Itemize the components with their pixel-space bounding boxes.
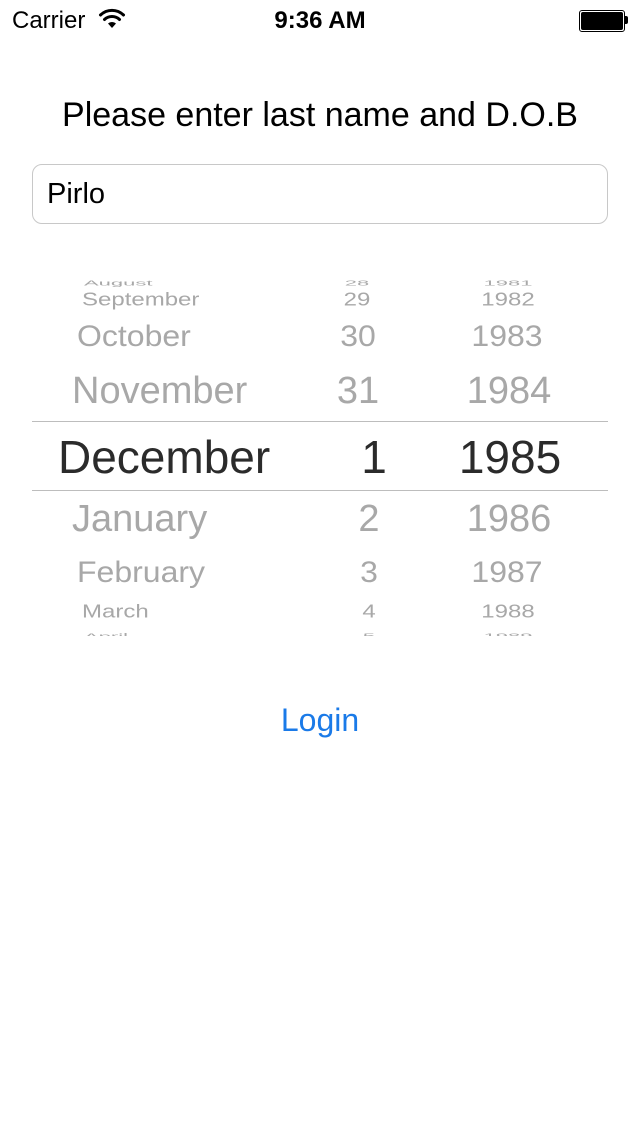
picker-selection-bottom-line: [32, 490, 608, 491]
picker-year-item[interactable]: 1986: [439, 500, 579, 538]
picker-month-item[interactable]: October: [77, 321, 191, 350]
picker-day-item[interactable]: 3: [329, 557, 409, 586]
login-button[interactable]: Login: [240, 696, 400, 744]
picker-month-item[interactable]: December: [58, 434, 270, 480]
status-bar: Carrier 9:36 AM: [0, 0, 640, 40]
picker-day-item[interactable]: 30: [318, 321, 398, 350]
status-time: 9:36 AM: [274, 7, 366, 34]
picker-month-item[interactable]: January: [72, 500, 207, 538]
picker-day-item[interactable]: 2: [329, 500, 409, 538]
picker-day-item[interactable]: 1: [334, 434, 414, 480]
picker-year-item[interactable]: 1982: [438, 291, 578, 309]
picker-year-item[interactable]: 1983: [437, 321, 577, 350]
last-name-field[interactable]: [32, 164, 608, 224]
picker-month-item[interactable]: March: [82, 603, 149, 621]
battery-icon: [579, 10, 628, 32]
picker-year-item[interactable]: 1989: [438, 632, 578, 636]
picker-year-item[interactable]: 1981: [438, 279, 578, 287]
picker-day-item[interactable]: 31: [318, 372, 398, 410]
picker-day-item[interactable]: 5: [329, 632, 409, 636]
picker-month-item[interactable]: September: [82, 291, 199, 309]
picker-day-item[interactable]: 28: [317, 279, 397, 287]
picker-year-item[interactable]: 1987: [437, 557, 577, 586]
picker-month-item[interactable]: February: [77, 557, 205, 586]
date-of-birth-picker[interactable]: August September October November December Ja…: [32, 270, 608, 636]
picker-month-item[interactable]: November: [72, 372, 247, 410]
picker-selection-top-line: [32, 421, 608, 422]
picker-day-item[interactable]: 4: [329, 603, 409, 621]
picker-year-item[interactable]: 1984: [439, 372, 579, 410]
picker-day-item[interactable]: 29: [317, 291, 397, 309]
picker-month-item[interactable]: April: [84, 632, 128, 636]
picker-year-item[interactable]: 1988: [438, 603, 578, 621]
picker-month-item[interactable]: August: [84, 279, 153, 287]
page-title: Please enter last name and D.O.B: [62, 96, 578, 134]
picker-year-item[interactable]: 1985: [440, 434, 580, 480]
